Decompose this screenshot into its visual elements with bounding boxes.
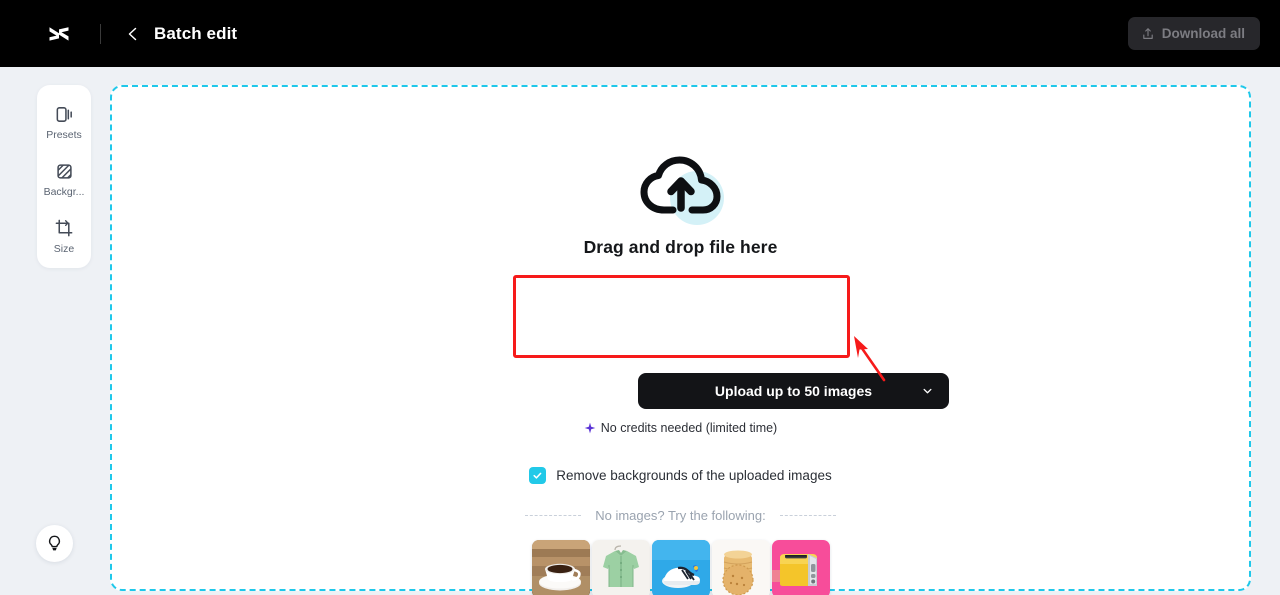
sidebar-item-label: Size [53, 243, 75, 255]
divider-right [779, 515, 836, 516]
sample-image-green-shirt[interactable] [591, 540, 650, 595]
cloud-upload-icon [626, 149, 736, 227]
sample-image-sneakers[interactable] [651, 540, 710, 595]
sidebar-item-label: Backgr... [43, 186, 85, 198]
topbar-divider [100, 23, 101, 44]
remove-backgrounds-checkbox[interactable] [529, 467, 547, 484]
background-icon [53, 160, 75, 182]
crop-size-icon [53, 217, 75, 239]
sidebar-item-size[interactable]: Size [38, 211, 90, 258]
page-title: Batch edit [154, 23, 238, 43]
sample-image-coffee-cup[interactable] [531, 540, 590, 595]
presets-icon [53, 103, 75, 125]
help-tips-button[interactable] [36, 525, 73, 562]
try-samples-text: No images? Try the following: [595, 508, 766, 523]
download-all-button[interactable]: Download all [1127, 17, 1260, 50]
divider-left [525, 515, 582, 516]
back-button[interactable] [123, 24, 143, 44]
remove-backgrounds-label: Remove backgrounds of the uploaded image… [556, 468, 832, 483]
sidebar-item-label: Presets [46, 129, 82, 141]
dropzone-title: Drag and drop file here [583, 237, 778, 257]
top-bar: Batch edit Download all [0, 0, 1280, 67]
sidebar-item-background[interactable]: Backgr... [38, 154, 90, 201]
credits-note-text: No credits needed (limited time) [600, 421, 778, 435]
chevron-down-icon[interactable] [921, 385, 934, 398]
credits-note: No credits needed (limited time) [112, 421, 1249, 435]
left-sidebar: Presets Backgr... Size [37, 85, 91, 268]
capcut-logo-icon[interactable] [44, 19, 74, 49]
remove-backgrounds-checkbox-row[interactable]: Remove backgrounds of the uploaded image… [112, 467, 1249, 484]
sidebar-item-presets[interactable]: Presets [38, 97, 90, 144]
sample-images-row [112, 540, 1249, 595]
app-root: Batch edit Download all Presets Backgr..… [0, 0, 1280, 595]
lightbulb-icon [45, 534, 64, 553]
sample-image-cookies[interactable] [711, 540, 770, 595]
sparkle-icon [584, 422, 596, 434]
dropzone-header: Drag and drop file here [112, 149, 1249, 258]
upload-button-label: Upload up to 50 images [714, 383, 873, 399]
upload-images-button[interactable]: Upload up to 50 images [638, 373, 949, 409]
download-all-label: Download all [1161, 26, 1245, 41]
try-samples-row: No images? Try the following: [112, 508, 1249, 523]
download-share-icon [1141, 27, 1155, 41]
sample-image-yellow-toaster[interactable] [771, 540, 830, 595]
file-dropzone[interactable]: Drag and drop file here Upload up to 50 … [110, 85, 1251, 595]
